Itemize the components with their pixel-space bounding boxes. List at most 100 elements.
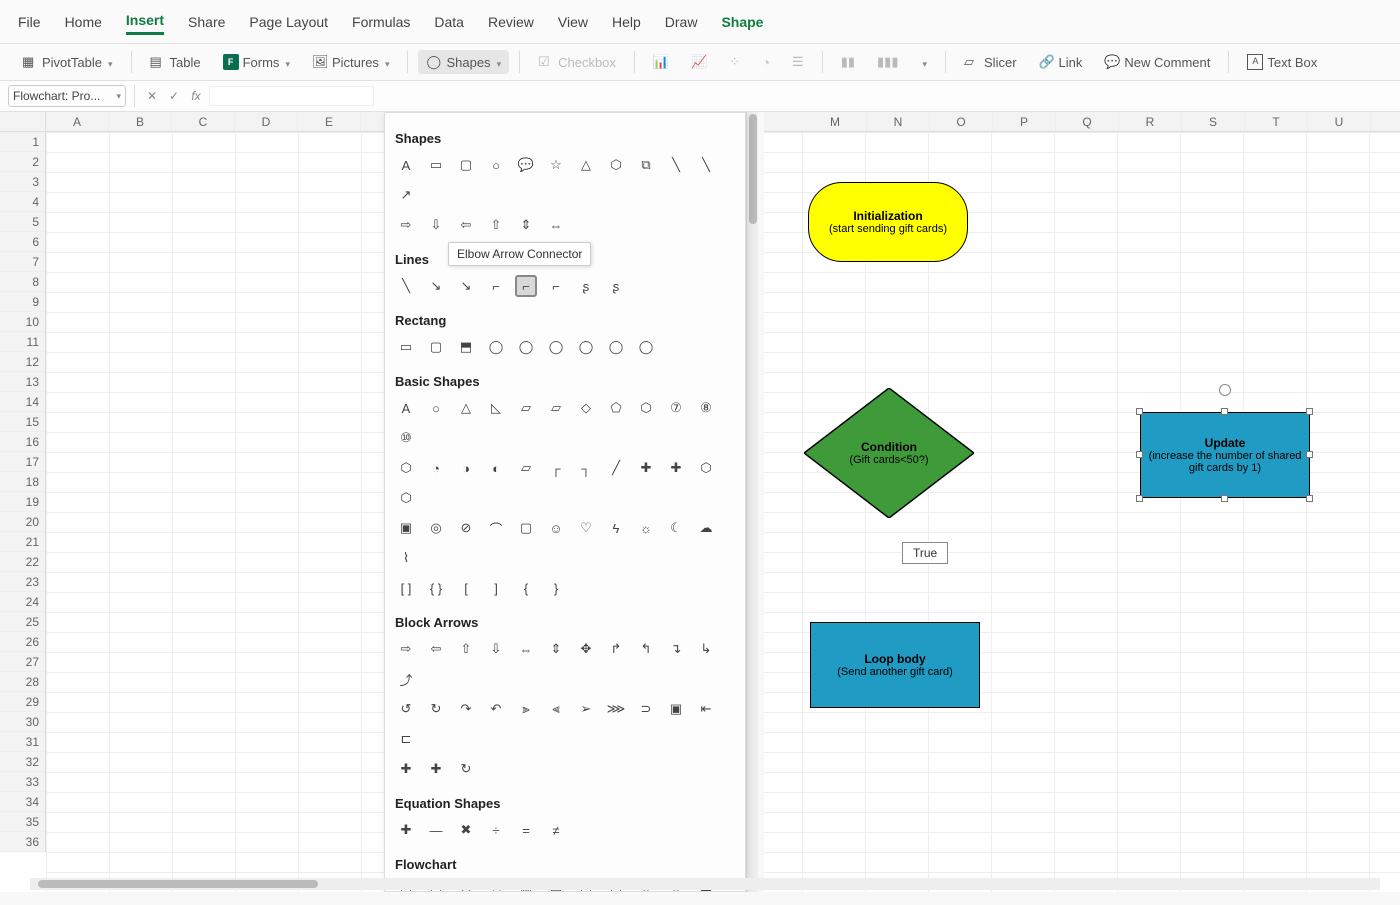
shape-item[interactable]: ⬡ <box>635 397 657 419</box>
shape-item[interactable]: ⬡ <box>695 457 717 479</box>
row-20[interactable]: 20 <box>0 512 45 532</box>
resize-handle[interactable] <box>1306 495 1313 502</box>
fx-icon[interactable]: fx <box>187 89 205 103</box>
shape-item[interactable]: A <box>395 154 417 176</box>
shape-item[interactable]: ↘ <box>425 275 447 297</box>
row-7[interactable]: 7 <box>0 252 45 272</box>
shape-item[interactable]: = <box>515 819 537 841</box>
shape-item[interactable]: ⑦ <box>665 397 687 419</box>
shape-item[interactable]: ↱ <box>605 638 627 660</box>
shape-item[interactable]: ☆ <box>545 154 567 176</box>
spreadsheet[interactable]: A B C D E F M N O P Q R S T U 1234567891… <box>0 112 1400 892</box>
tab-review[interactable]: Review <box>488 10 534 34</box>
shape-item[interactable]: ◺ <box>485 397 507 419</box>
row-12[interactable]: 12 <box>0 352 45 372</box>
col-R[interactable]: R <box>1119 112 1182 131</box>
formula-input[interactable] <box>209 86 374 106</box>
shape-item[interactable]: ✚ <box>425 758 447 780</box>
shape-item[interactable]: ◯ <box>575 336 597 358</box>
flowchart-initialization[interactable]: Initialization (start sending gift cards… <box>808 182 968 262</box>
row-4[interactable]: 4 <box>0 192 45 212</box>
tab-insert[interactable]: Insert <box>126 8 164 35</box>
shape-item[interactable]: ○ <box>485 154 507 176</box>
col-M[interactable]: M <box>804 112 867 131</box>
shape-item[interactable]: ╲ <box>395 275 417 297</box>
shape-item[interactable]: ⌐ <box>485 275 507 297</box>
shape-item[interactable]: ↗ <box>395 184 417 206</box>
resize-handle[interactable] <box>1221 408 1228 415</box>
chart-pie-button[interactable]: ◔ <box>754 51 778 74</box>
shape-item[interactable]: ʂ <box>575 275 597 297</box>
shape-item[interactable]: ⑧ <box>695 397 717 419</box>
row-18[interactable]: 18 <box>0 472 45 492</box>
shape-item[interactable]: ⌐ <box>545 275 567 297</box>
table-button[interactable]: ▤ Table <box>142 50 209 74</box>
tab-draw[interactable]: Draw <box>665 10 698 34</box>
shape-item[interactable]: ➢ <box>575 698 597 720</box>
row-6[interactable]: 6 <box>0 232 45 252</box>
col-C[interactable]: C <box>172 112 235 131</box>
resize-handle[interactable] <box>1221 495 1228 502</box>
tab-shape-context[interactable]: Shape <box>721 10 763 34</box>
shape-item[interactable]: ▱ <box>545 397 567 419</box>
shape-item[interactable]: ÷ <box>485 819 507 841</box>
shape-item[interactable]: ✚ <box>395 819 417 841</box>
chart-col-button[interactable]: 📊 <box>645 50 677 74</box>
horizontal-scrollbar[interactable] <box>30 878 1380 890</box>
row-13[interactable]: 13 <box>0 372 45 392</box>
row-32[interactable]: 32 <box>0 752 45 772</box>
shape-item[interactable]: △ <box>575 154 597 176</box>
tab-file[interactable]: File <box>18 10 41 34</box>
shape-item[interactable]: ⬡ <box>395 457 417 479</box>
shape-item[interactable]: ╲ <box>695 154 717 176</box>
row-11[interactable]: 11 <box>0 332 45 352</box>
shape-item[interactable]: ◔ <box>425 457 447 479</box>
slicer-button[interactable]: ▱ Slicer <box>956 50 1025 74</box>
shape-item[interactable]: ╱ <box>605 457 627 479</box>
shape-item[interactable]: ⇧ <box>485 214 507 236</box>
shape-item[interactable]: ] <box>485 577 507 599</box>
chart-scatter-button[interactable]: ⁘ <box>721 50 748 74</box>
shape-elbow-arrow-connector[interactable]: ⌐ <box>515 275 537 297</box>
shape-item[interactable]: ⇦ <box>455 214 477 236</box>
row-15[interactable]: 15 <box>0 412 45 432</box>
row-23[interactable]: 23 <box>0 572 45 592</box>
col-O[interactable]: O <box>930 112 993 131</box>
shape-item[interactable]: ✥ <box>575 638 597 660</box>
shape-item[interactable]: ◐ <box>485 457 507 479</box>
col-A[interactable]: A <box>46 112 109 131</box>
shape-item[interactable]: ⇨ <box>395 214 417 236</box>
col-U[interactable]: U <box>1308 112 1371 131</box>
row-31[interactable]: 31 <box>0 732 45 752</box>
shape-item[interactable]: ⤴ <box>395 668 417 690</box>
row-34[interactable]: 34 <box>0 792 45 812</box>
shape-item[interactable]: ✚ <box>665 457 687 479</box>
shape-item[interactable]: ◯ <box>485 336 507 358</box>
chart-col2-button[interactable]: ▮▮ <box>833 50 863 74</box>
shape-item[interactable]: ☾ <box>665 517 687 539</box>
cancel-icon[interactable]: ✕ <box>143 89 161 103</box>
shape-item[interactable]: ⫷ <box>545 698 567 720</box>
tab-formulas[interactable]: Formulas <box>352 10 410 34</box>
shape-item[interactable]: ⊘ <box>455 517 477 539</box>
shape-item[interactable]: ≠ <box>545 819 567 841</box>
row-16[interactable]: 16 <box>0 432 45 452</box>
shape-item[interactable]: ⇤ <box>695 698 717 720</box>
row-10[interactable]: 10 <box>0 312 45 332</box>
shape-item[interactable]: ⇩ <box>485 638 507 660</box>
col-E[interactable]: E <box>298 112 361 131</box>
shape-item[interactable]: ▱ <box>515 457 537 479</box>
chart-more-button[interactable] <box>912 51 935 74</box>
confirm-icon[interactable]: ✓ <box>165 89 183 103</box>
shape-item[interactable]: ⋙ <box>605 698 627 720</box>
forms-button[interactable]: F Forms <box>215 50 298 74</box>
shapes-button[interactable]: ◯ Shapes <box>418 50 509 74</box>
shape-item[interactable]: [ ] <box>395 577 417 599</box>
shape-item[interactable]: ↘ <box>455 275 477 297</box>
col-D[interactable]: D <box>235 112 298 131</box>
row-35[interactable]: 35 <box>0 812 45 832</box>
row-19[interactable]: 19 <box>0 492 45 512</box>
shape-item[interactable]: ⬠ <box>605 397 627 419</box>
name-box[interactable]: Flowchart: Pro... ▾ <box>8 85 126 107</box>
flowchart-update[interactable]: Update (increase the number of shared gi… <box>1140 412 1310 498</box>
